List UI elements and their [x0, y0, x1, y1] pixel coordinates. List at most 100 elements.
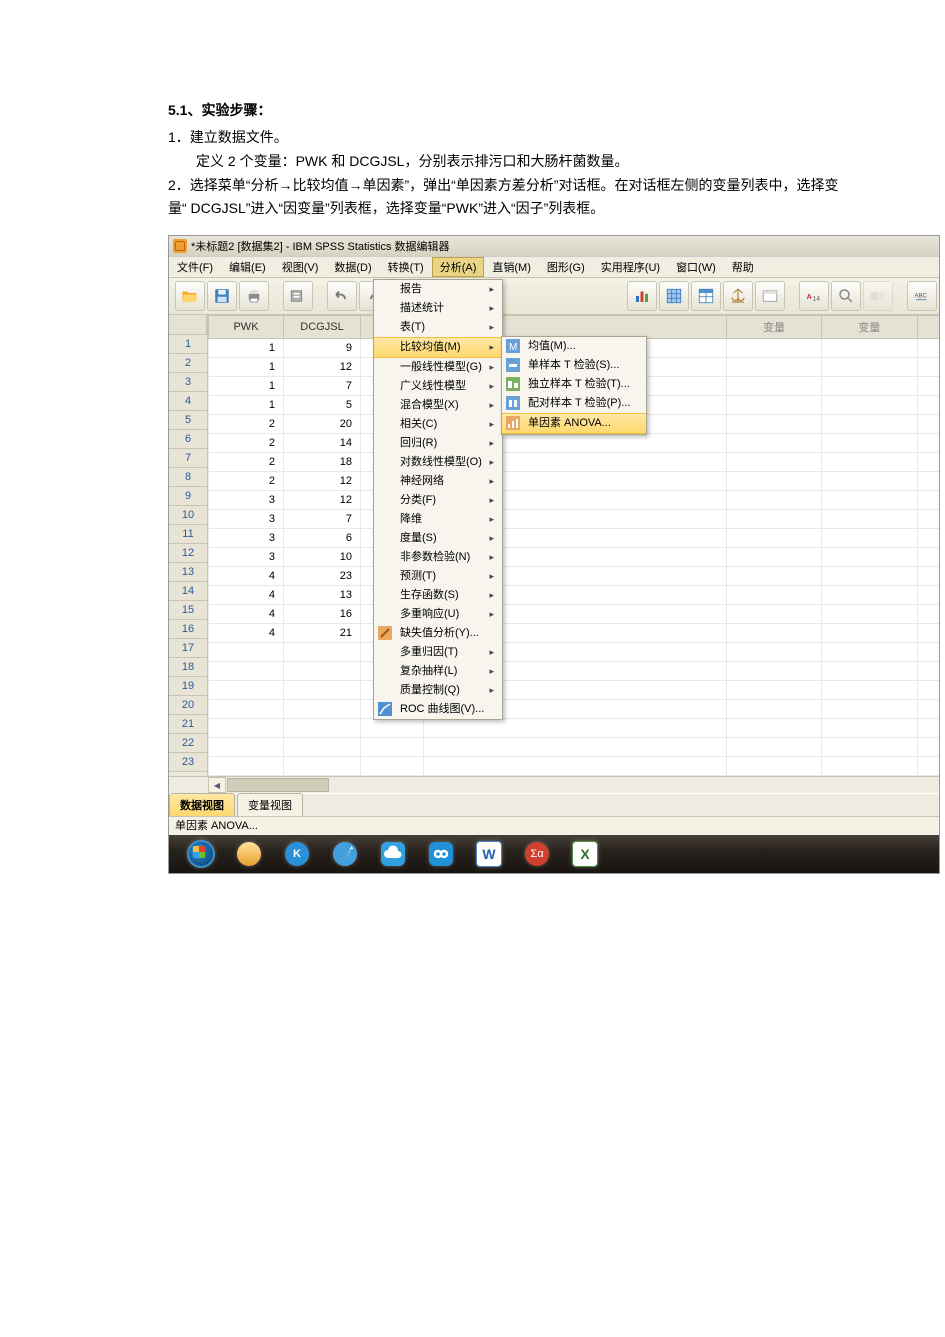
scroll-left-arrow[interactable]: ◀ [208, 777, 226, 793]
row-number[interactable]: 11 [169, 525, 207, 544]
undo-button[interactable] [327, 281, 357, 311]
table-row[interactable]: 310 [209, 548, 940, 567]
scroll-thumb[interactable] [227, 778, 329, 792]
menu-multiple-response[interactable]: 多重响应(U)▸ [374, 605, 502, 624]
menu-reports[interactable]: 报告▸ [374, 280, 502, 299]
analyze-dropdown[interactable]: 报告▸ 描述统计▸ 表(T)▸ 比较均值(M)▸ 一般线性模型(G)▸ 广义线性… [373, 279, 503, 720]
menu-regression[interactable]: 回归(R)▸ [374, 434, 502, 453]
circles-button[interactable] [863, 281, 893, 311]
menu-direct[interactable]: 直销(M) [484, 257, 539, 277]
submenu-oneway-anova[interactable]: 单因素 ANOVA... [502, 413, 646, 434]
row-number[interactable]: 23 [169, 753, 207, 772]
taskbar-app-cloud[interactable] [371, 839, 415, 869]
taskbar-app-k[interactable]: K [275, 839, 319, 869]
submenu-paired-t[interactable]: 配对样本 T 检验(P)... [502, 394, 646, 413]
row-number[interactable]: 6 [169, 430, 207, 449]
save-button[interactable] [207, 281, 237, 311]
row-number[interactable]: 1 [169, 335, 207, 354]
table-row[interactable]: 36 [209, 529, 940, 548]
submenu-independent-t[interactable]: 独立样本 T 检验(T)... [502, 375, 646, 394]
table-row[interactable] [209, 719, 940, 738]
row-number[interactable]: 7 [169, 449, 207, 468]
open-button[interactable] [175, 281, 205, 311]
taskbar-excel[interactable]: X [563, 839, 607, 869]
menu-scale[interactable]: 度量(S)▸ [374, 529, 502, 548]
col-var[interactable]: 变量 [822, 316, 917, 339]
menu-transform[interactable]: 转换(T) [380, 257, 432, 277]
variables-button[interactable] [691, 281, 721, 311]
menu-utilities[interactable]: 实用程序(U) [593, 257, 668, 277]
table-row[interactable] [209, 681, 940, 700]
menu-analyze[interactable]: 分析(A) [432, 257, 485, 277]
row-number[interactable]: 16 [169, 620, 207, 639]
start-button[interactable] [179, 839, 223, 869]
tab-variable-view[interactable]: 变量视图 [237, 793, 303, 816]
menu-tables[interactable]: 表(T)▸ [374, 318, 502, 337]
menu-nonparametric[interactable]: 非参数检验(N)▸ [374, 548, 502, 567]
menu-edit[interactable]: 编辑(E) [221, 257, 274, 277]
row-number[interactable]: 20 [169, 696, 207, 715]
menu-complex-samples[interactable]: 复杂抽样(L)▸ [374, 662, 502, 681]
table-row[interactable]: 214 [209, 434, 940, 453]
col-var[interactable]: 变量 [917, 316, 939, 339]
weight-button[interactable] [723, 281, 753, 311]
table-row[interactable]: 218 [209, 453, 940, 472]
row-number[interactable]: 15 [169, 601, 207, 620]
table-row[interactable]: 413 [209, 586, 940, 605]
a14-button[interactable]: A14 [799, 281, 829, 311]
row-number[interactable]: 5 [169, 411, 207, 430]
submenu-means[interactable]: M均值(M)... [502, 337, 646, 356]
row-number[interactable]: 4 [169, 392, 207, 411]
taskbar-app-infinity[interactable] [419, 839, 463, 869]
table-row[interactable]: 423 [209, 567, 940, 586]
menu-loglinear[interactable]: 对数线性模型(O)▸ [374, 453, 502, 472]
table-row[interactable]: 421 [209, 624, 940, 643]
taskbar-app-bird[interactable] [323, 839, 367, 869]
row-number[interactable]: 3 [169, 373, 207, 392]
table-row[interactable]: 416 [209, 605, 940, 624]
compare-means-submenu[interactable]: M均值(M)... 单样本 T 检验(S)... 独立样本 T 检验(T)...… [501, 336, 647, 435]
abc-button[interactable]: ABC [907, 281, 937, 311]
menu-view[interactable]: 视图(V) [274, 257, 327, 277]
row-number[interactable]: 10 [169, 506, 207, 525]
col-var[interactable]: 变量 [727, 316, 822, 339]
table-row[interactable] [209, 643, 940, 662]
search-button[interactable] [831, 281, 861, 311]
taskbar-explorer[interactable] [227, 839, 271, 869]
menu-dimred[interactable]: 降维▸ [374, 510, 502, 529]
menu-survival[interactable]: 生存函数(S)▸ [374, 586, 502, 605]
menu-file[interactable]: 文件(F) [169, 257, 221, 277]
menu-glm[interactable]: 一般线性模型(G)▸ [374, 358, 502, 377]
row-number[interactable]: 12 [169, 544, 207, 563]
menu-correlate[interactable]: 相关(C)▸ [374, 415, 502, 434]
menu-descriptive[interactable]: 描述统计▸ [374, 299, 502, 318]
table-row[interactable]: 312 [209, 491, 940, 510]
row-number[interactable]: 13 [169, 563, 207, 582]
menu-data[interactable]: 数据(D) [326, 257, 379, 277]
menu-gzlm[interactable]: 广义线性模型▸ [374, 377, 502, 396]
row-number[interactable]: 9 [169, 487, 207, 506]
recall-dialog-button[interactable] [283, 281, 313, 311]
submenu-one-sample-t[interactable]: 单样本 T 检验(S)... [502, 356, 646, 375]
horizontal-scrollbar[interactable]: ◀ [169, 776, 939, 793]
table-row[interactable]: 37 [209, 510, 940, 529]
table-row[interactable]: 212 [209, 472, 940, 491]
col-dcgjsl[interactable]: DCGJSL [284, 316, 361, 339]
row-number[interactable]: 8 [169, 468, 207, 487]
menu-classify[interactable]: 分类(F)▸ [374, 491, 502, 510]
menu-window[interactable]: 窗口(W) [668, 257, 724, 277]
row-number[interactable]: 21 [169, 715, 207, 734]
value-labels-button[interactable] [755, 281, 785, 311]
row-number[interactable]: 18 [169, 658, 207, 677]
run-button[interactable] [659, 281, 689, 311]
chart-button[interactable] [627, 281, 657, 311]
tab-data-view[interactable]: 数据视图 [169, 793, 235, 816]
table-row[interactable] [209, 757, 940, 776]
row-number[interactable]: 2 [169, 354, 207, 373]
row-number[interactable]: 17 [169, 639, 207, 658]
menu-help[interactable]: 帮助 [724, 257, 762, 277]
menu-graphs[interactable]: 图形(G) [539, 257, 593, 277]
row-number[interactable]: 14 [169, 582, 207, 601]
table-row[interactable] [209, 700, 940, 719]
table-row[interactable] [209, 662, 940, 681]
